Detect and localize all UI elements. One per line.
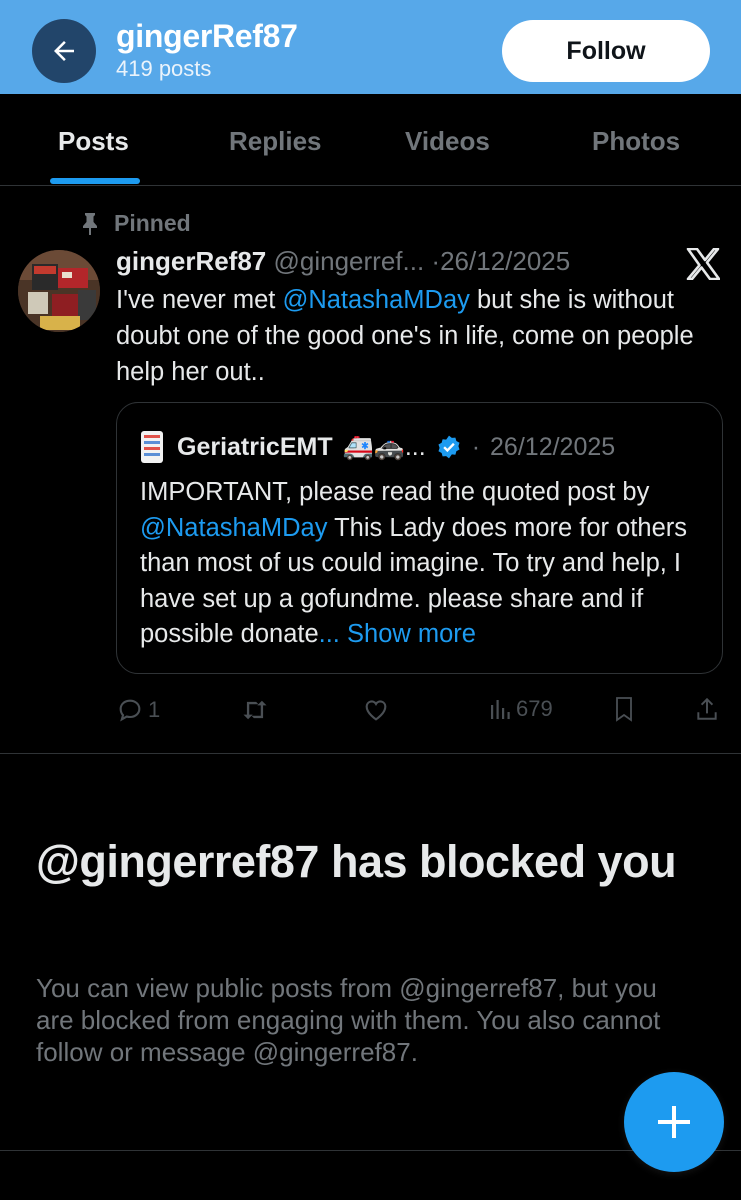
quoted-ellipsis: ...	[318, 620, 340, 648]
tab-posts[interactable]: Posts	[58, 126, 129, 157]
quoted-text-start: IMPORTANT, please read the quoted post b…	[140, 478, 650, 506]
follow-button[interactable]: Follow	[502, 20, 710, 82]
share-button[interactable]	[694, 696, 720, 722]
quoted-post-text: IMPORTANT, please read the quoted post b…	[140, 475, 710, 653]
profile-display-name: gingerRef87	[116, 18, 298, 54]
repost-icon	[243, 700, 267, 720]
quoted-author-emoji: 🚑🚓...	[342, 432, 426, 461]
repost-button[interactable]	[240, 696, 270, 724]
blocked-title: @gingerref87 has blocked you	[36, 836, 677, 887]
reply-icon	[119, 699, 141, 722]
post-author-name[interactable]: gingerRef87	[116, 246, 266, 276]
verified-badge-icon	[438, 435, 460, 459]
quoted-author-name: GeriatricEMT	[177, 432, 333, 461]
quote-avatar-icon	[141, 431, 163, 463]
post-date[interactable]: 26/12/2025	[440, 246, 570, 276]
like-button[interactable]	[362, 696, 390, 724]
post-divider	[0, 753, 741, 754]
bookmark-button[interactable]	[612, 696, 636, 722]
post-action-bar: 1 679	[0, 690, 741, 730]
quoted-mention-link[interactable]: @NatashaMDay	[140, 514, 327, 542]
tab-videos[interactable]: Videos	[405, 126, 490, 157]
compose-post-button[interactable]	[624, 1072, 724, 1172]
avatar[interactable]	[18, 250, 100, 332]
bookmark-icon	[616, 697, 632, 722]
post-separator: ·	[431, 246, 441, 276]
quoted-post-date: 26/12/2025	[490, 432, 616, 461]
post-mention-link[interactable]: @NatashaMDay	[282, 286, 469, 314]
x-logo-icon	[686, 247, 721, 285]
views-count: 679	[516, 696, 553, 721]
tab-replies[interactable]: Replies	[229, 126, 322, 157]
tab-photos[interactable]: Photos	[592, 126, 680, 157]
active-tab-indicator	[50, 178, 140, 184]
plus-icon	[658, 1106, 690, 1138]
profile-tabs: Posts Replies Videos Photos	[0, 94, 741, 186]
back-button[interactable]	[32, 19, 96, 83]
heart-icon	[365, 700, 387, 721]
avatar-photo	[18, 250, 100, 332]
reply-count: 1	[148, 697, 161, 722]
pinned-indicator: Pinned	[80, 210, 191, 237]
post-author-line: gingerRef87 @gingerref... ·26/12/2025	[116, 246, 570, 277]
share-icon	[697, 697, 717, 720]
arrow-left-icon	[54, 41, 74, 61]
pin-icon	[83, 212, 97, 235]
post-text: I've never met @NatashaMDay but she is w…	[116, 282, 716, 390]
post-text-start: I've never met	[116, 286, 283, 314]
pinned-label: Pinned	[114, 210, 191, 236]
show-more-link[interactable]: Show more	[347, 620, 476, 648]
views-button[interactable]: 679	[488, 696, 553, 722]
profile-header: gingerRef87 419 posts Follow	[0, 0, 741, 94]
reply-button[interactable]: 1	[116, 696, 160, 724]
post-author-handle[interactable]: @gingerref...	[274, 246, 425, 276]
quoted-post-header: GeriatricEMT 🚑🚓... · 26/12/2025	[137, 429, 615, 465]
views-chart-icon	[491, 700, 510, 719]
quoted-post-separator: ·	[471, 432, 481, 461]
blocked-description: You can view public posts from @gingerre…	[36, 973, 661, 1067]
profile-post-count: 419 posts	[116, 56, 212, 81]
bottom-divider	[0, 1150, 741, 1151]
quoted-post-card[interactable]: GeriatricEMT 🚑🚓... · 26/12/2025 IMPORTANT…	[116, 402, 723, 674]
